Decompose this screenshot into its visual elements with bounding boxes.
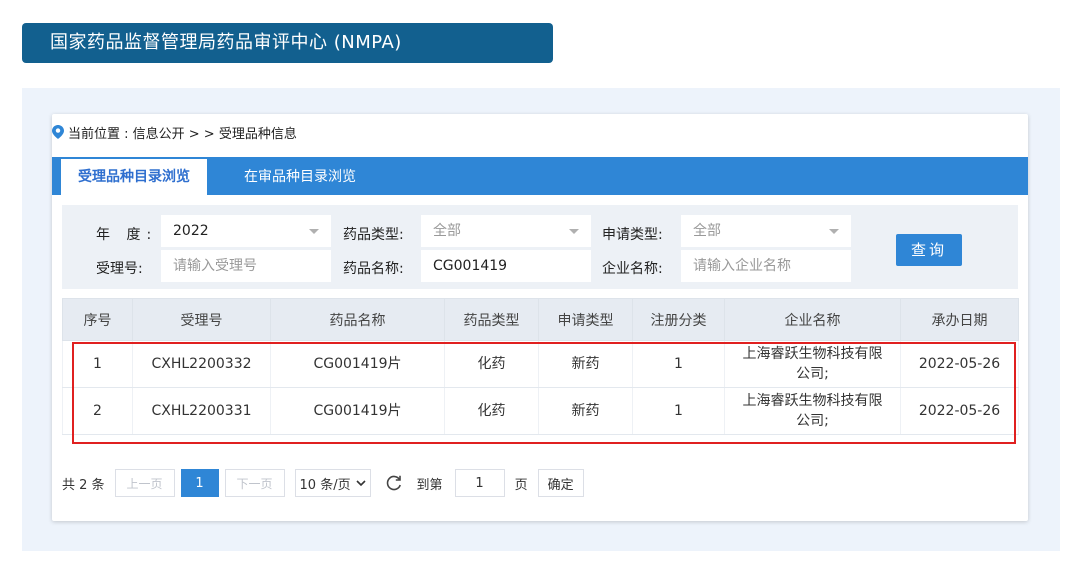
tab-accepted-list[interactable]: 受理品种目录浏览 bbox=[61, 159, 207, 195]
cell-drug-type: 化药 bbox=[444, 387, 539, 435]
accept-no-label: 受理号: bbox=[96, 261, 143, 277]
page-unit-label: 页 bbox=[514, 477, 528, 493]
total-count: 共 2 条 bbox=[62, 477, 105, 493]
query-button[interactable]: 查询 bbox=[896, 234, 962, 266]
apply-type-select-value: 全部 bbox=[693, 223, 721, 239]
drug-name-input[interactable]: CG001419 bbox=[421, 250, 591, 282]
apply-type-select[interactable]: 全部 bbox=[681, 215, 851, 247]
cell-apply-type: 新药 bbox=[538, 387, 633, 435]
breadcrumb-text: 当前位置 : 信息公开 > > 受理品种信息 bbox=[68, 126, 297, 142]
pagination: 共 2 条 上一页 1 下一页 10 条/页 到第 1 页 确定 bbox=[62, 468, 584, 498]
cell-date: 2022-05-26 bbox=[900, 387, 1019, 435]
chevron-down-icon bbox=[309, 229, 319, 234]
page-banner-title: 国家药品监督管理局药品审评中心 (NMPA) bbox=[22, 23, 553, 63]
table-header-row: 序号 受理号 药品名称 药品类型 申请类型 注册分类 企业名称 承办日期 bbox=[62, 298, 1019, 341]
column-header: 序号 bbox=[62, 298, 133, 341]
goto-page-input[interactable]: 1 bbox=[454, 469, 505, 497]
drug-type-label: 药品类型: bbox=[343, 227, 404, 243]
chevron-down-icon bbox=[829, 229, 839, 234]
location-pin-icon bbox=[52, 125, 64, 139]
cell-company: 上海睿跃生物科技有限公司; bbox=[724, 340, 901, 388]
cell-drug-type: 化药 bbox=[444, 340, 539, 388]
cell-index: 2 bbox=[62, 387, 133, 435]
column-header: 药品名称 bbox=[270, 298, 445, 341]
cell-apply-type: 新药 bbox=[538, 340, 633, 388]
goto-label: 到第 bbox=[416, 477, 443, 493]
column-header: 企业名称 bbox=[724, 298, 901, 341]
cell-drug-name: CG001419片 bbox=[270, 340, 445, 388]
page-number-button[interactable]: 1 bbox=[180, 469, 219, 497]
page-size-value: 10 条/页 bbox=[299, 477, 351, 493]
cell-drug-name: CG001419片 bbox=[270, 387, 445, 435]
cell-index: 1 bbox=[62, 340, 133, 388]
cell-company: 上海睿跃生物科技有限公司; bbox=[724, 387, 901, 435]
chevron-down-icon bbox=[356, 480, 366, 487]
column-header: 注册分类 bbox=[632, 298, 725, 341]
chevron-down-icon bbox=[569, 229, 579, 234]
drug-name-label: 药品名称: bbox=[343, 261, 404, 277]
tab-bar: 受理品种目录浏览 在审品种目录浏览 bbox=[52, 157, 1028, 195]
year-select-value: 2022 bbox=[173, 223, 209, 239]
results-table: 序号 受理号 药品名称 药品类型 申请类型 注册分类 企业名称 承办日期 1 C… bbox=[62, 298, 1019, 435]
tab-reviewing-list[interactable]: 在审品种目录浏览 bbox=[232, 159, 368, 195]
accept-no-input[interactable]: 请输入受理号 bbox=[161, 250, 331, 282]
page-size-select[interactable]: 10 条/页 bbox=[294, 469, 371, 497]
table-row[interactable]: 1 CXHL2200332 CG001419片 化药 新药 1 上海睿跃生物科技… bbox=[62, 340, 1019, 388]
confirm-button[interactable]: 确定 bbox=[537, 469, 584, 497]
company-input[interactable]: 请输入企业名称 bbox=[681, 250, 851, 282]
cell-reg-class: 1 bbox=[632, 387, 725, 435]
apply-type-label: 申请类型: bbox=[602, 227, 663, 243]
column-header: 受理号 bbox=[132, 298, 271, 341]
cell-reg-class: 1 bbox=[632, 340, 725, 388]
next-page-button[interactable]: 下一页 bbox=[224, 469, 285, 497]
column-header: 申请类型 bbox=[538, 298, 633, 341]
table-row[interactable]: 2 CXHL2200331 CG001419片 化药 新药 1 上海睿跃生物科技… bbox=[62, 387, 1019, 435]
cell-date: 2022-05-26 bbox=[900, 340, 1019, 388]
cell-accept-no: CXHL2200332 bbox=[132, 340, 271, 388]
refresh-icon[interactable] bbox=[385, 474, 403, 492]
year-label: 年 度: bbox=[96, 227, 158, 243]
breadcrumb: 当前位置 : 信息公开 > > 受理品种信息 bbox=[52, 122, 297, 142]
column-header: 药品类型 bbox=[444, 298, 539, 341]
drug-type-select-value: 全部 bbox=[433, 223, 461, 239]
drug-type-select[interactable]: 全部 bbox=[421, 215, 591, 247]
column-header: 承办日期 bbox=[900, 298, 1019, 341]
prev-page-button[interactable]: 上一页 bbox=[114, 469, 175, 497]
year-select[interactable]: 2022 bbox=[161, 215, 331, 247]
cell-accept-no: CXHL2200331 bbox=[132, 387, 271, 435]
company-label: 企业名称: bbox=[602, 261, 663, 277]
